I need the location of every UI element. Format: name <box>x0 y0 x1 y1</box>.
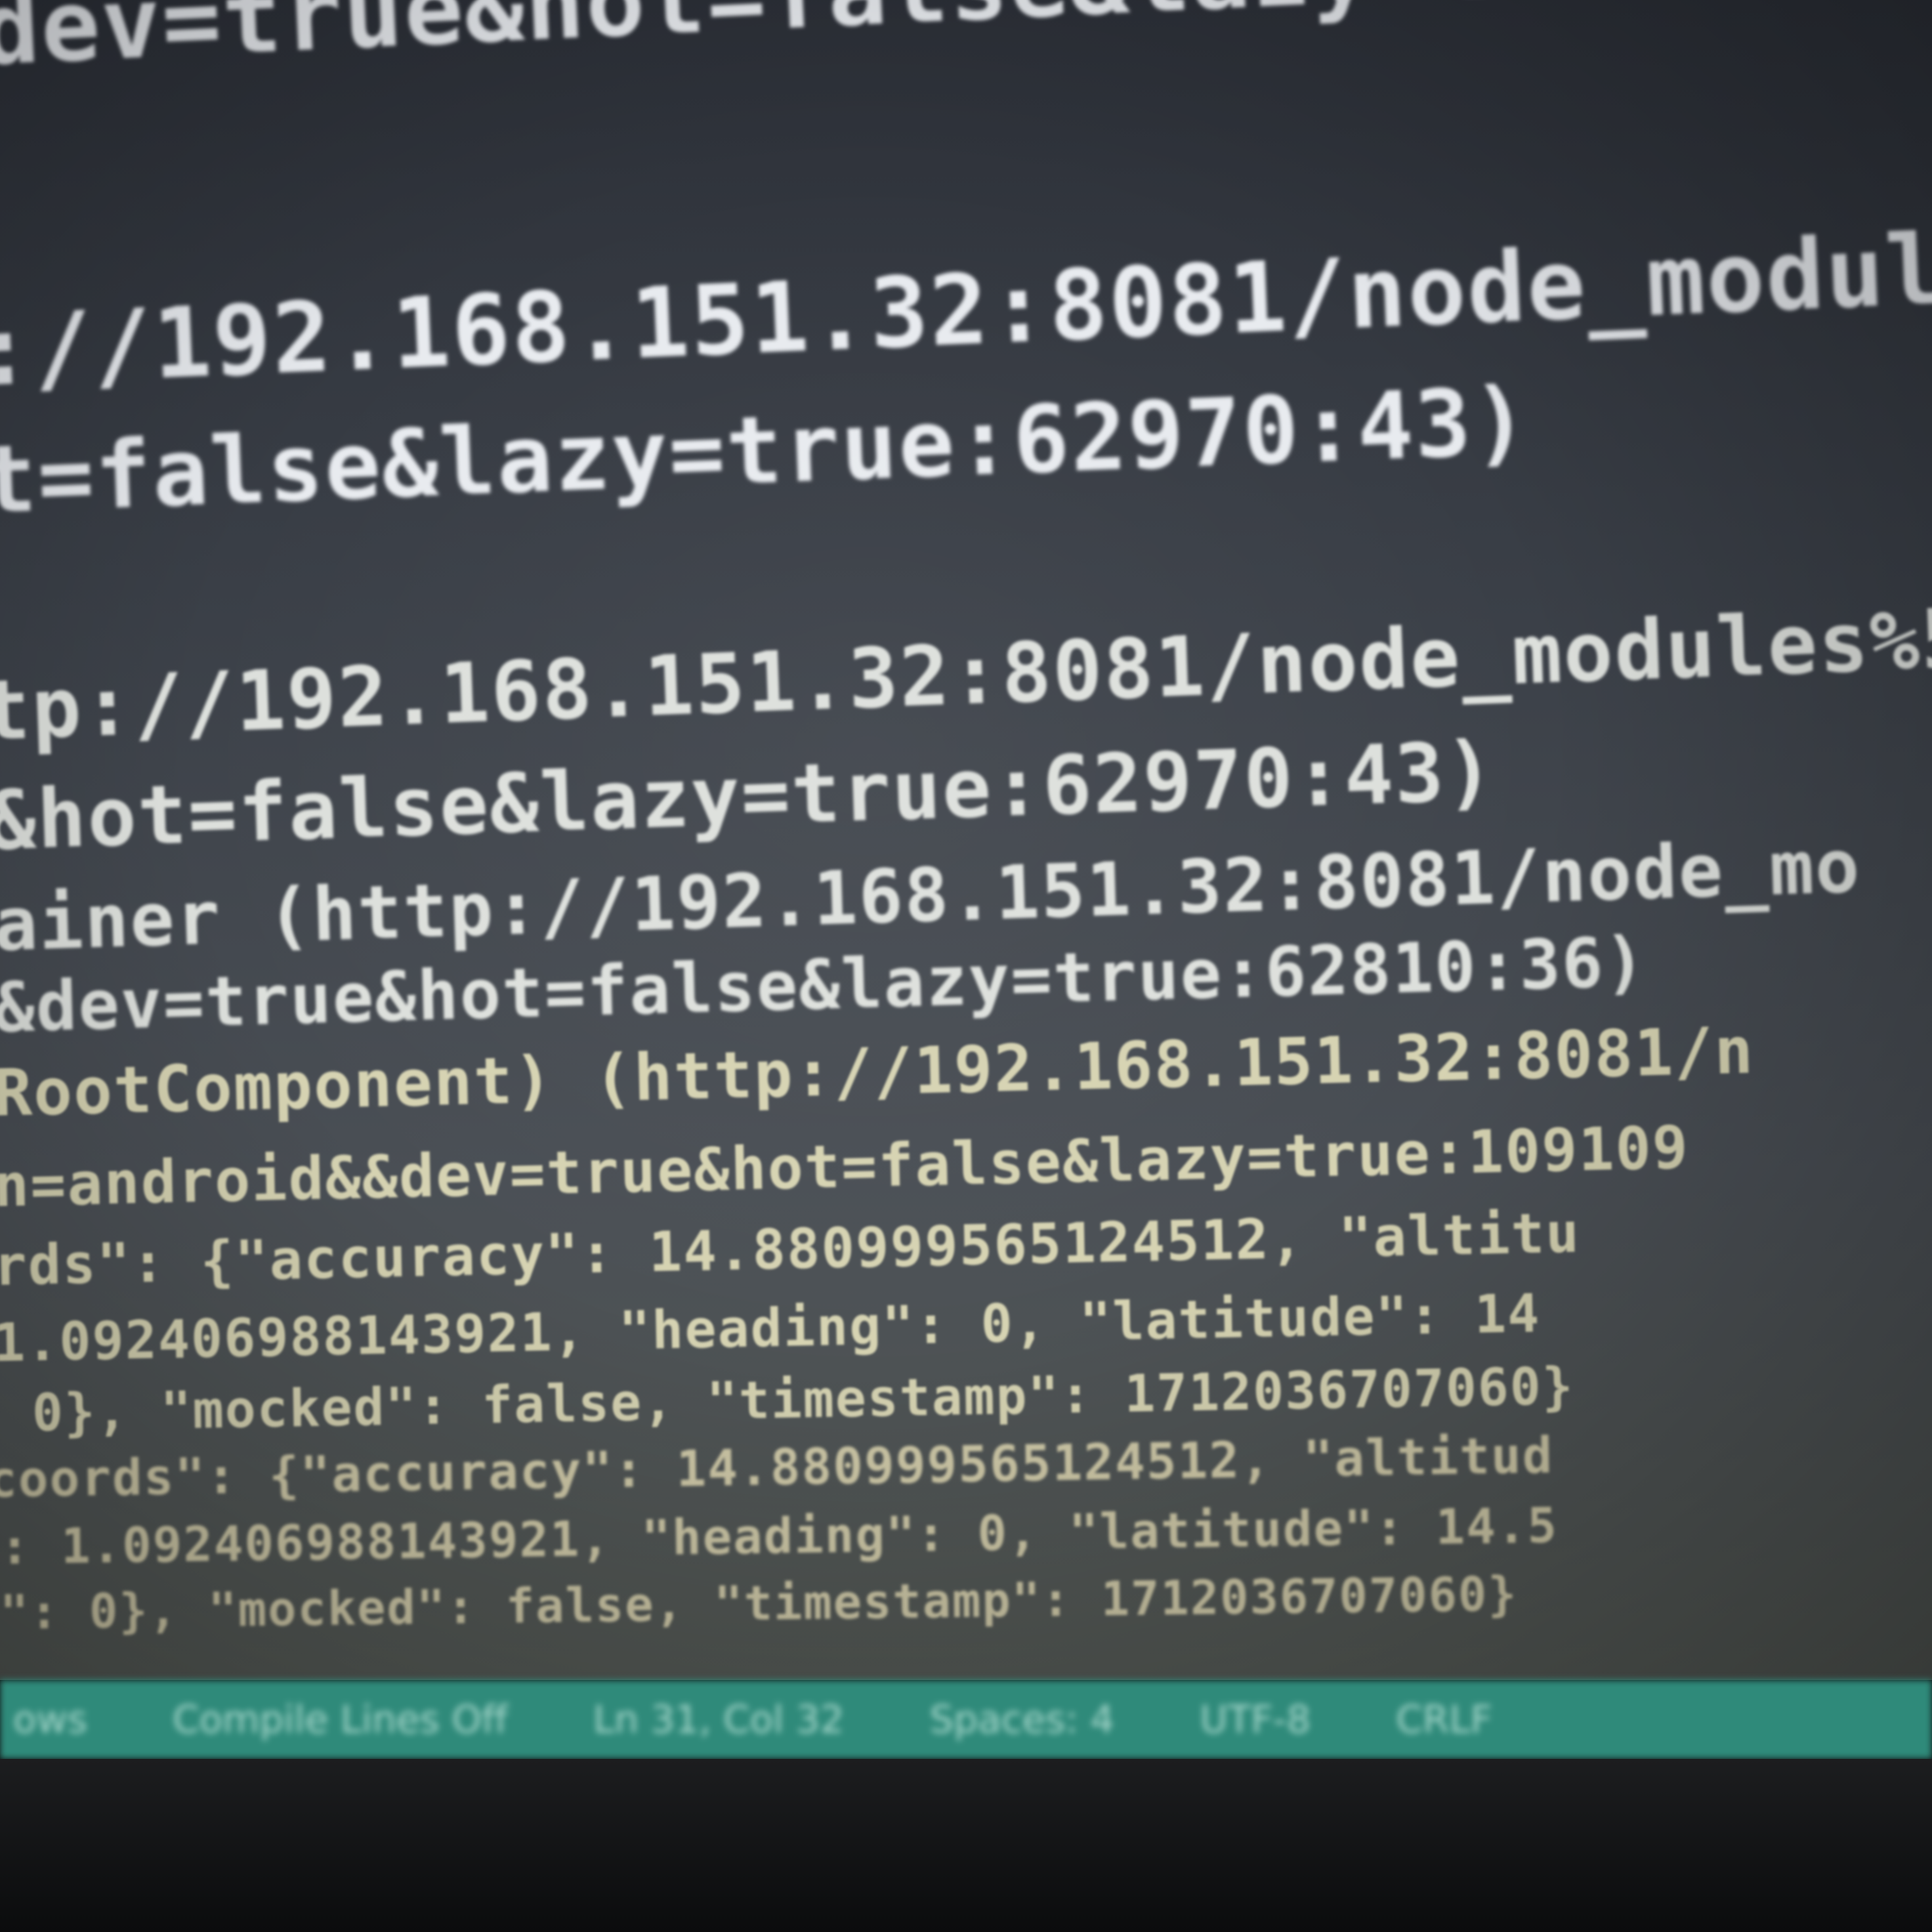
status-item-compile[interactable]: Compile Lines Off <box>173 1697 508 1742</box>
status-item-cursor-position[interactable]: Ln 31, Col 32 <box>593 1697 845 1742</box>
log-line-10: rds": {"accuracy": 14.880999565124512, "… <box>0 1200 1581 1298</box>
status-item-layout[interactable]: ows <box>13 1697 87 1742</box>
status-item-encoding[interactable]: UTF-8 <box>1200 1697 1311 1742</box>
log-line-15: ": 0}, "mocked": false, "timestamp": 171… <box>0 1566 1519 1640</box>
monitor-bezel <box>0 1759 1932 1932</box>
status-bar: ows Compile Lines Off Ln 31, Col 32 Spac… <box>0 1680 1932 1759</box>
log-line-2: ://192.168.151.32:8081/node_modules% <box>0 205 1932 408</box>
status-item-line-endings[interactable]: CRLF <box>1396 1697 1492 1742</box>
log-line-11: 1.092406988143921, "heading": 0, "latitu… <box>0 1282 1542 1374</box>
log-line-14: : 1.092406988143921, "heading": 0, "lati… <box>0 1497 1559 1576</box>
log-line-4: tp://192.168.151.32:8081/node_modules%5 <box>0 589 1932 759</box>
log-line-1: dev=true&hot=false&lazy=true:1297 <box>0 0 1932 88</box>
terminal-output-panel[interactable]: dev=true&hot=false&lazy=true:1297 ://192… <box>0 0 1932 1680</box>
status-item-indentation[interactable]: Spaces: 4 <box>929 1697 1114 1742</box>
